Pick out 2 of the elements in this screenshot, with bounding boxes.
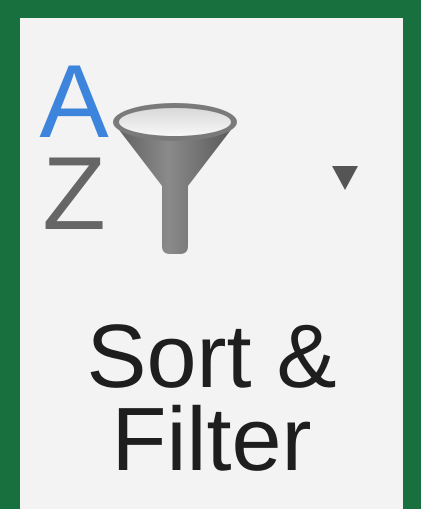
caret-icon (332, 166, 358, 190)
sort-filter-button[interactable]: A Z Sort & Filter (20, 18, 403, 509)
